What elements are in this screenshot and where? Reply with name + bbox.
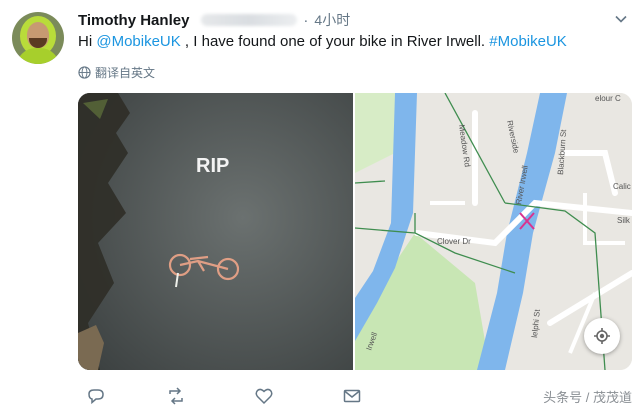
- river-photo[interactable]: RIP: [78, 93, 353, 370]
- reply-icon[interactable]: [86, 386, 106, 406]
- watermark: 头条号 / 茂茂道: [543, 390, 632, 405]
- map-view[interactable]: Meadow Rd Riverside River Irwell Blackbu…: [354, 93, 632, 370]
- mention-link[interactable]: @MobikeUK: [96, 33, 180, 50]
- map-label-elour-c: elour C: [595, 94, 621, 103]
- my-location-button[interactable]: [584, 318, 620, 354]
- map-label-clover-dr: Clover Dr: [437, 237, 471, 246]
- mail-icon[interactable]: [342, 386, 362, 406]
- author-handle-blurred: [201, 14, 298, 26]
- media-container: RIP Meadow Rd Riverside River Irwell Bla…: [78, 93, 632, 370]
- translate-link[interactable]: 翻译自英文: [78, 64, 155, 81]
- river-photo-art: [78, 93, 353, 370]
- avatar[interactable]: [12, 12, 64, 64]
- avatar-jacket: [16, 48, 60, 64]
- tweet-timestamp[interactable]: 4小时: [314, 10, 350, 30]
- hashtag-link[interactable]: #MobikeUK: [489, 33, 567, 50]
- globe-icon: [78, 66, 91, 79]
- chevron-down-icon[interactable]: [614, 12, 628, 26]
- map-label-calic: Calic: [613, 182, 631, 191]
- tweet-text-prefix: Hi: [78, 33, 97, 50]
- separator-dot: ·: [303, 11, 309, 29]
- translate-label: 翻译自英文: [95, 66, 156, 80]
- like-icon[interactable]: [254, 386, 274, 406]
- author-name[interactable]: Timothy Hanley: [78, 12, 189, 29]
- tweet-header: Timothy Hanley · 4小时: [78, 10, 350, 30]
- map-label-silk: Silk: [617, 216, 631, 225]
- tweet-text-body: , I have found one of your bike in River…: [180, 33, 490, 50]
- retweet-icon[interactable]: [166, 386, 186, 406]
- photo-caption: RIP: [196, 155, 230, 177]
- tweet-text: Hi @MobikeUK , I have found one of your …: [78, 33, 567, 50]
- my-location-icon: [594, 328, 610, 344]
